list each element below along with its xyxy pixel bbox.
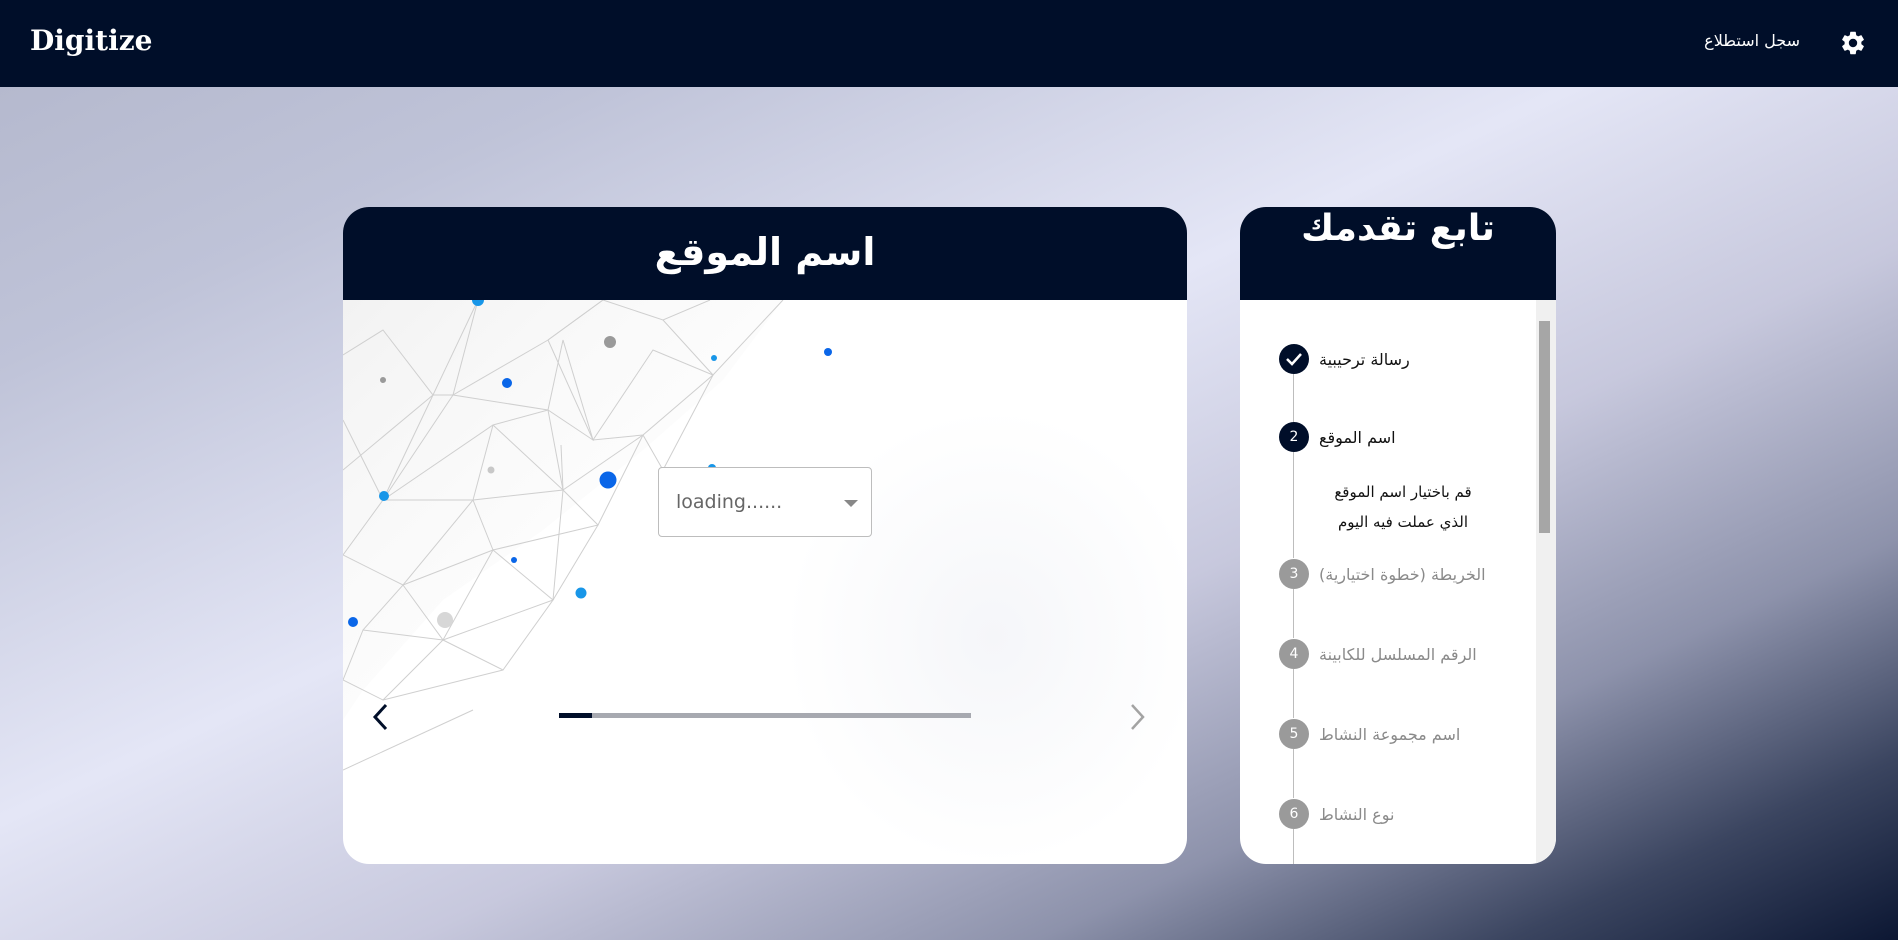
chevron-left-icon[interactable] (361, 697, 401, 737)
step-5-marker: 5 (1279, 719, 1309, 749)
step-connector (1293, 829, 1294, 864)
scrollbar-thumb[interactable] (1539, 321, 1550, 533)
progress-panel: تابع تقدمك رسالة ترحيبية 2 اسم الموقع قم… (1240, 207, 1556, 864)
check-icon (1286, 353, 1302, 366)
step-list: رسالة ترحيبية 2 اسم الموقع قم باختيار اس… (1240, 300, 1536, 864)
step-2-marker: 2 (1279, 422, 1309, 452)
step-6-marker: 6 (1279, 799, 1309, 829)
site-name-select-value: loading...... (676, 491, 783, 513)
gear-icon[interactable] (1839, 29, 1867, 57)
step-3-marker: 3 (1279, 559, 1309, 589)
step-connector (1293, 374, 1294, 422)
step-6-label[interactable]: نوع النشاط (1319, 805, 1394, 824)
site-name-select[interactable]: loading...... (658, 467, 872, 537)
step-3-label[interactable]: الخريطة (خطوة اختيارية) (1319, 565, 1486, 584)
step-connector (1293, 589, 1294, 638)
step-4-marker: 4 (1279, 639, 1309, 669)
page-title: اسم الموقع (343, 207, 1187, 300)
main-card: اسم الموقع loading...... (343, 207, 1187, 864)
step-5-label[interactable]: اسم مجموعة النشاط (1319, 725, 1460, 744)
progress-bar-fill (559, 713, 592, 718)
progress-bar (559, 713, 971, 718)
step-connector (1293, 452, 1294, 558)
step-2-label[interactable]: اسم الموقع (1319, 428, 1396, 447)
chevron-right-icon[interactable] (1117, 697, 1157, 737)
brand-logo[interactable]: Digitize (30, 24, 152, 57)
caret-down-icon (844, 500, 858, 507)
top-navbar: Digitize سجل استطلاع (0, 0, 1898, 87)
step-4-label[interactable]: الرقم المسلسل للكابينة (1319, 645, 1477, 664)
step-2-description: قم باختيار اسم الموقع الذي عملت فيه اليو… (1334, 483, 1472, 531)
survey-log-link[interactable]: سجل استطلاع (1700, 31, 1800, 50)
step-connector (1293, 669, 1294, 718)
progress-panel-title: تابع تقدمك (1240, 207, 1556, 300)
step-connector (1293, 749, 1294, 798)
step-1-marker (1279, 344, 1309, 374)
step-1-label[interactable]: رسالة ترحيبية (1319, 350, 1410, 369)
